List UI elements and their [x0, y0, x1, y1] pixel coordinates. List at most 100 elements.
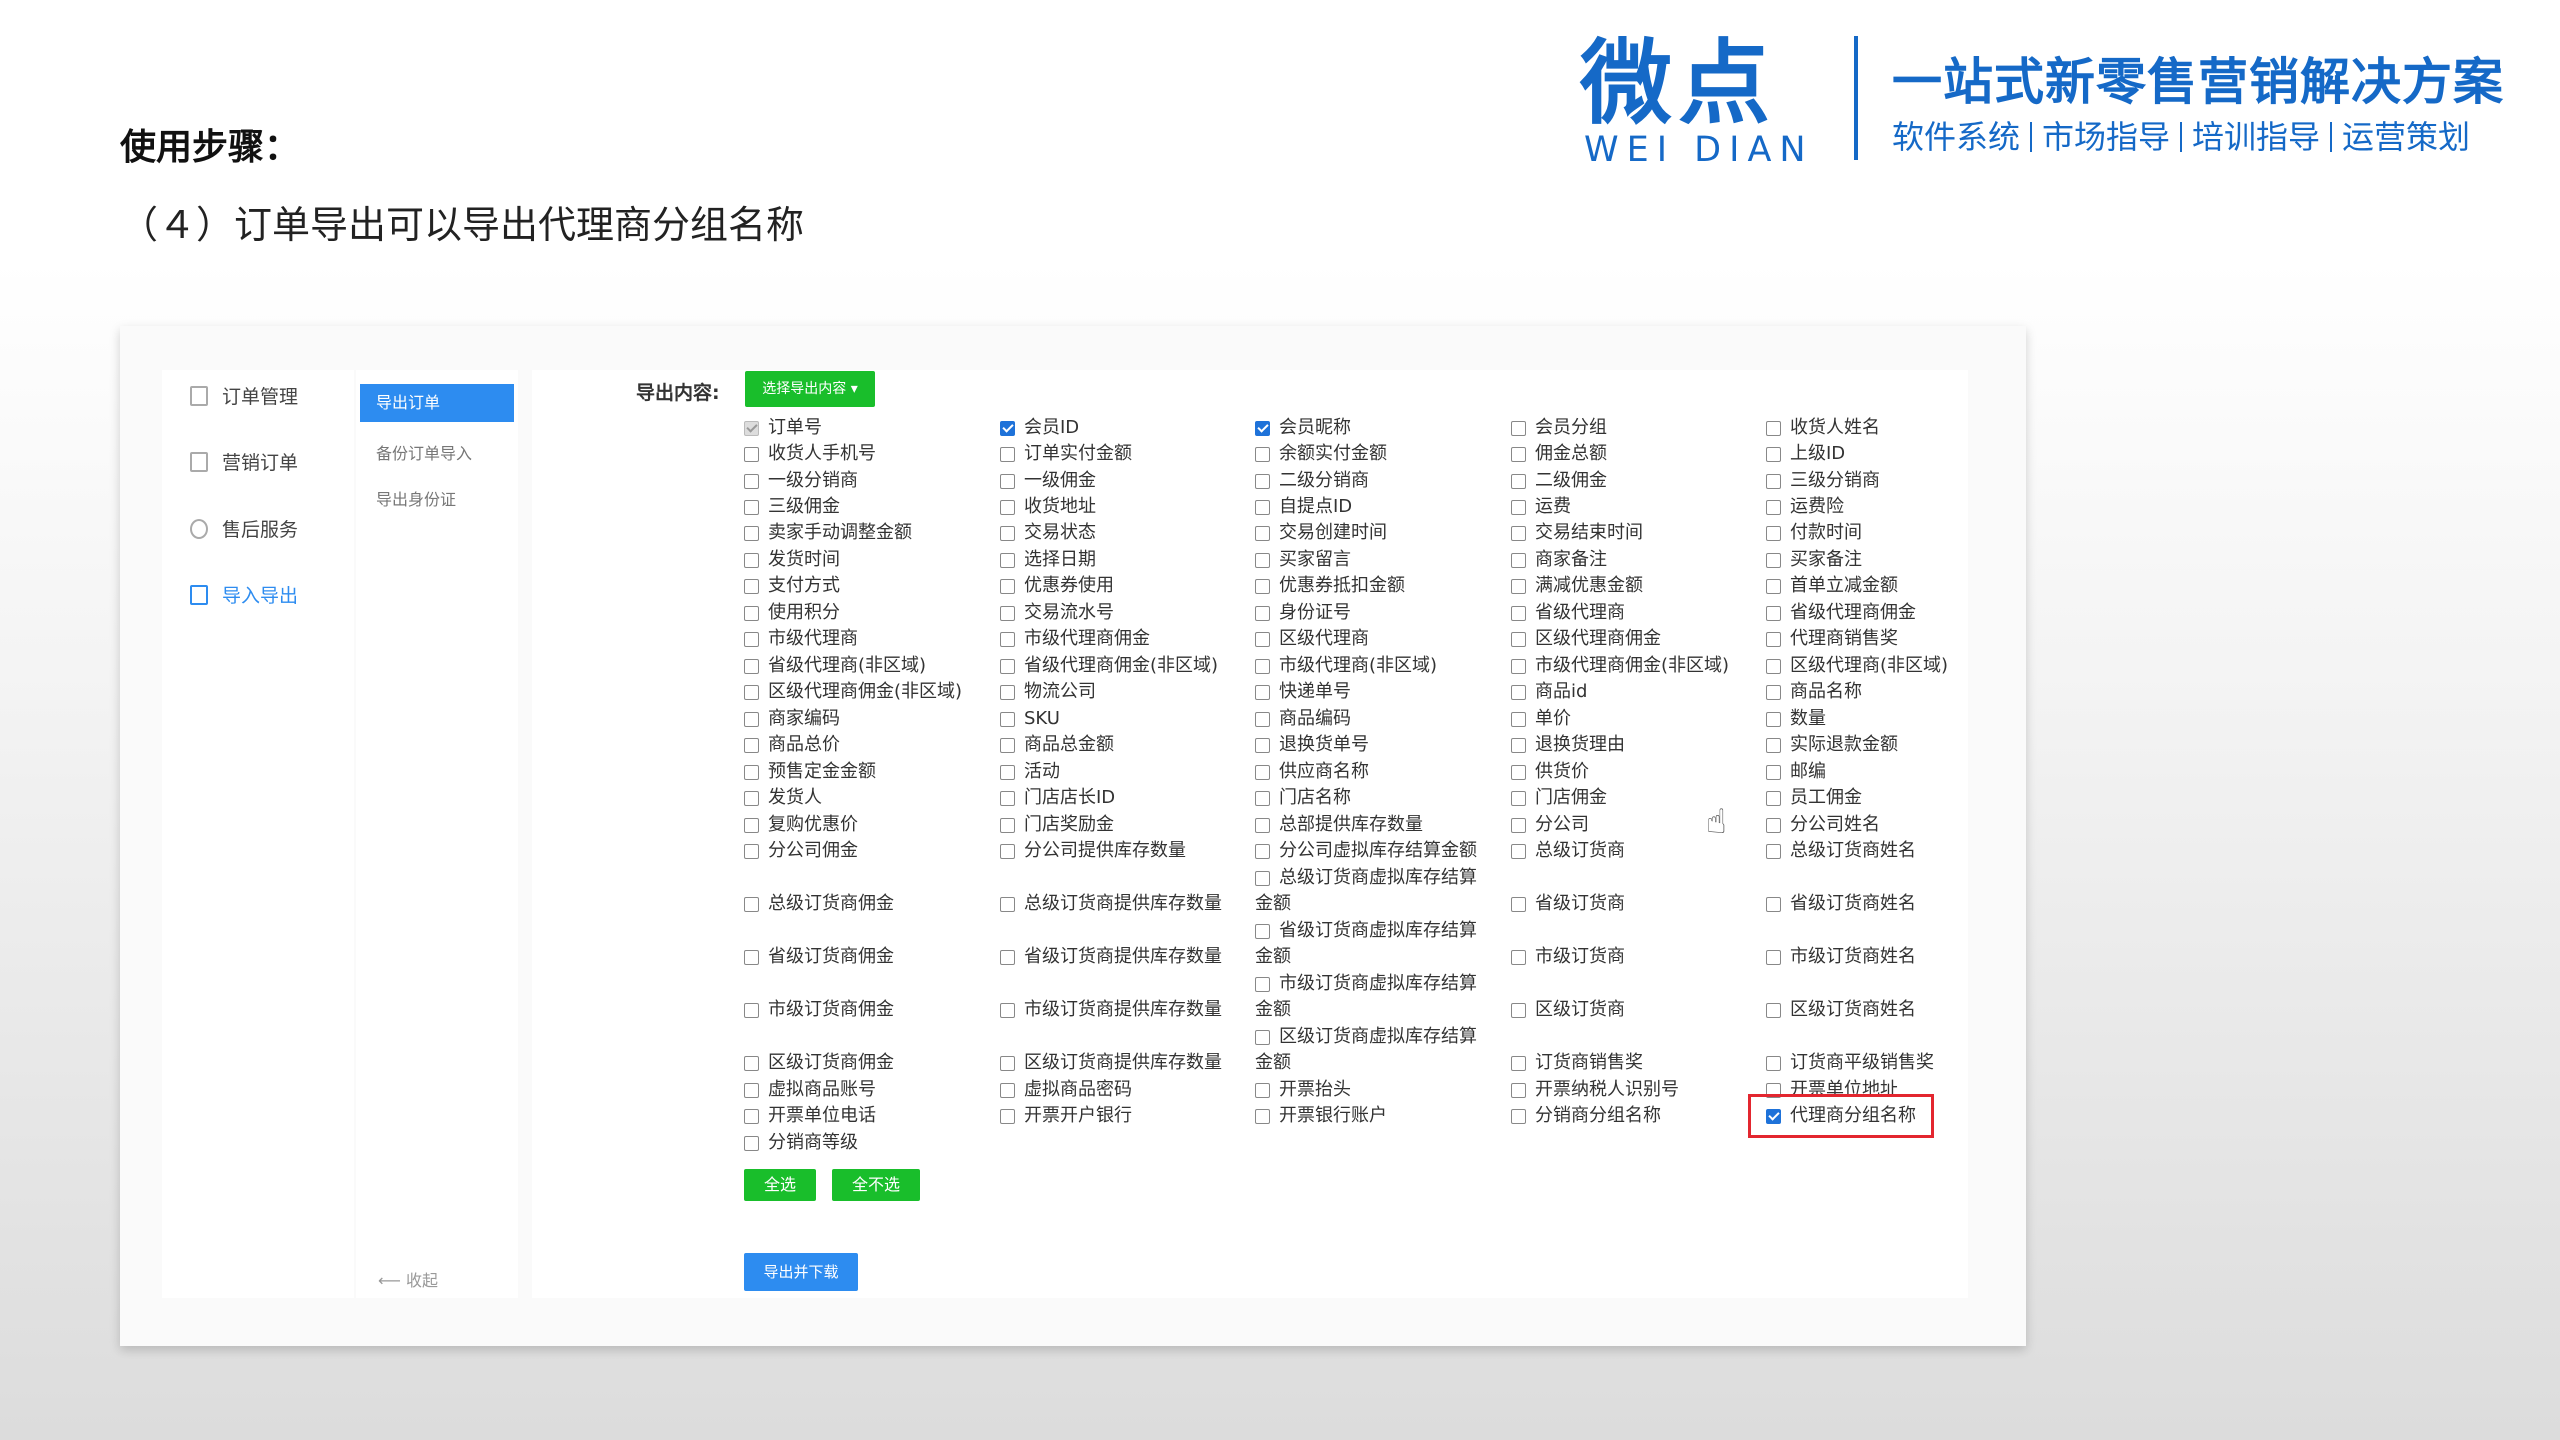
checkbox-icon[interactable]	[1511, 1109, 1526, 1124]
export-field-checkbox[interactable]: 区级代理商佣金	[1511, 628, 1661, 650]
export-field-checkbox[interactable]: 代理商销售奖	[1766, 628, 1898, 650]
export-field-checkbox[interactable]: 市级代理商(非区域)	[1255, 655, 1437, 677]
checkbox-icon[interactable]	[744, 950, 759, 965]
checkbox-icon[interactable]	[1511, 791, 1526, 806]
export-field-checkbox[interactable]: 发货人	[744, 787, 822, 809]
select-none-button[interactable]: 全不选	[832, 1169, 920, 1201]
export-field-checkbox[interactable]: 商品id	[1511, 681, 1587, 703]
export-field-checkbox[interactable]: 省级订货商佣金	[744, 946, 894, 968]
checkbox-icon[interactable]	[1766, 659, 1781, 674]
export-field-checkbox[interactable]: 自提点ID	[1255, 496, 1352, 518]
export-field-checkbox[interactable]: 开票银行账户	[1255, 1105, 1387, 1127]
checkbox-icon[interactable]	[1000, 765, 1015, 780]
select-all-button[interactable]: 全选	[744, 1169, 816, 1201]
checkbox-icon[interactable]	[1255, 765, 1270, 780]
checkbox-icon[interactable]	[1511, 844, 1526, 859]
export-field-checkbox[interactable]: 区级代理商(非区域)	[1766, 655, 1948, 677]
export-field-checkbox[interactable]: 实际退款金额	[1766, 734, 1898, 756]
checkbox-icon[interactable]	[1511, 685, 1526, 700]
checkbox-icon[interactable]	[1000, 526, 1015, 541]
checkbox-icon[interactable]	[1766, 765, 1781, 780]
checkbox-icon[interactable]	[1511, 818, 1526, 833]
export-field-checkbox[interactable]: 员工佣金	[1766, 787, 1862, 809]
checkbox-icon[interactable]	[1255, 791, 1270, 806]
export-field-checkbox[interactable]: 商品总金额	[1000, 734, 1114, 756]
checkbox-icon[interactable]	[1255, 553, 1270, 568]
export-field-checkbox[interactable]: 运费险	[1766, 496, 1844, 518]
export-field-checkbox[interactable]: 分公司提供库存数量	[1000, 840, 1186, 862]
export-field-checkbox[interactable]: 交易流水号	[1000, 602, 1114, 624]
checkbox-checked-icon[interactable]	[1255, 421, 1270, 436]
checkbox-icon[interactable]	[1255, 632, 1270, 647]
checkbox-icon[interactable]	[1766, 738, 1781, 753]
checkbox-icon[interactable]	[1766, 950, 1781, 965]
export-field-checkbox[interactable]: 退换货单号	[1255, 734, 1369, 756]
checkbox-icon[interactable]	[1255, 685, 1270, 700]
export-field-checkbox[interactable]: 市级订货商	[1511, 946, 1625, 968]
checkbox-icon[interactable]	[1255, 579, 1270, 594]
export-field-checkbox[interactable]: 交易结束时间	[1511, 522, 1643, 544]
checkbox-icon[interactable]	[744, 1136, 759, 1151]
checkbox-icon[interactable]	[1766, 447, 1781, 462]
export-field-checkbox[interactable]: 商家编码	[744, 708, 840, 730]
checkbox-icon[interactable]	[1255, 606, 1270, 621]
checkbox-icon[interactable]	[744, 474, 759, 489]
checkbox-icon[interactable]	[1766, 500, 1781, 515]
export-field-checkbox[interactable]: 数量	[1766, 708, 1826, 730]
export-field-checkbox[interactable]: 买家备注	[1766, 549, 1862, 571]
checkbox-icon[interactable]	[1255, 1030, 1270, 1045]
checkbox-icon[interactable]	[744, 526, 759, 541]
checkbox-icon[interactable]	[1000, 447, 1015, 462]
export-field-checkbox[interactable]: 满减优惠金额	[1511, 575, 1643, 597]
subnav-export-id-card[interactable]: 导出身份证	[376, 486, 456, 510]
checkbox-icon[interactable]	[744, 553, 759, 568]
export-field-checkbox[interactable]: 省级代理商	[1511, 602, 1625, 624]
checkbox-icon[interactable]	[1000, 500, 1015, 515]
checkbox-icon[interactable]	[744, 1083, 759, 1098]
checkbox-icon[interactable]	[1255, 924, 1270, 939]
export-field-checkbox[interactable]: 省级订货商姓名	[1766, 893, 1916, 915]
checkbox-icon[interactable]	[1766, 897, 1781, 912]
checkbox-icon[interactable]	[1255, 738, 1270, 753]
checkbox-icon[interactable]	[744, 712, 759, 727]
checkbox-icon[interactable]	[1255, 844, 1270, 859]
sidebar-item-import-export[interactable]: 导入导出	[190, 581, 298, 608]
export-field-checkbox[interactable]: SKU	[1000, 708, 1060, 730]
checkbox-icon[interactable]	[1766, 818, 1781, 833]
checkbox-icon[interactable]	[1000, 897, 1015, 912]
export-field-checkbox[interactable]: 三级分销商	[1766, 470, 1880, 492]
export-field-checkbox[interactable]: 区级代理商佣金(非区域)	[744, 681, 962, 703]
checkbox-icon[interactable]	[744, 765, 759, 780]
checkbox-icon[interactable]	[1255, 659, 1270, 674]
export-field-checkbox[interactable]: 选择日期	[1000, 549, 1096, 571]
export-field-checkbox[interactable]: 市级代理商	[744, 628, 858, 650]
export-field-checkbox[interactable]: 使用积分	[744, 602, 840, 624]
checkbox-icon[interactable]	[744, 1056, 759, 1071]
checkbox-icon[interactable]	[744, 818, 759, 833]
checkbox-icon[interactable]	[1000, 1083, 1015, 1098]
export-field-checkbox[interactable]: 总级订货商虚拟库存结算 金额	[1255, 867, 1477, 919]
checkbox-icon[interactable]	[744, 685, 759, 700]
checkbox-icon[interactable]	[1511, 1003, 1526, 1018]
checkbox-icon[interactable]	[744, 500, 759, 515]
checkbox-icon[interactable]	[1766, 421, 1781, 436]
checkbox-icon[interactable]	[744, 606, 759, 621]
checkbox-icon[interactable]	[1000, 712, 1015, 727]
checkbox-icon[interactable]	[1255, 977, 1270, 992]
export-field-checkbox[interactable]: 市级订货商提供库存数量	[1000, 999, 1222, 1021]
export-field-checkbox[interactable]: 开票抬头	[1255, 1079, 1351, 1101]
checkbox-icon[interactable]	[1766, 791, 1781, 806]
checkbox-icon[interactable]	[744, 738, 759, 753]
export-field-checkbox[interactable]: 佣金总额	[1511, 443, 1607, 465]
sidebar-item-order-management[interactable]: 订单管理	[190, 382, 298, 409]
checkbox-icon[interactable]	[1000, 791, 1015, 806]
checkbox-icon[interactable]	[744, 844, 759, 859]
export-field-checkbox[interactable]: 余额实付金额	[1255, 443, 1387, 465]
export-field-checkbox[interactable]: 省级订货商虚拟库存结算 金额	[1255, 920, 1477, 972]
export-field-checkbox[interactable]: 一级分销商	[744, 470, 858, 492]
checkbox-icon[interactable]	[1255, 500, 1270, 515]
export-field-checkbox[interactable]: 区级订货商佣金	[744, 1052, 894, 1074]
export-field-checkbox[interactable]: 门店佣金	[1511, 787, 1607, 809]
checkbox-checked-icon[interactable]	[744, 421, 759, 436]
checkbox-icon[interactable]	[744, 447, 759, 462]
